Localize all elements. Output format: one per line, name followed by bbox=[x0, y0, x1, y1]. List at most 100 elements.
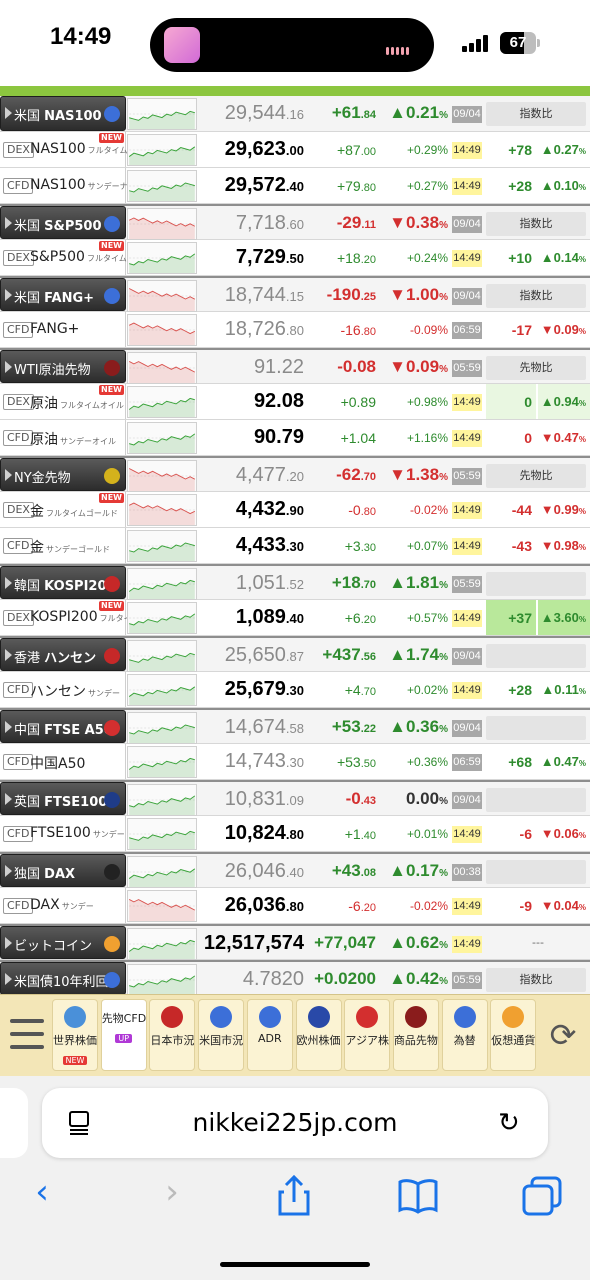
market-name-box[interactable]: 香港 ハンセン bbox=[0, 638, 126, 671]
market-name-box[interactable]: 米国 FANG+ bbox=[0, 278, 126, 311]
sparkline-chart[interactable] bbox=[127, 422, 197, 454]
sparkline-chart[interactable] bbox=[127, 856, 197, 888]
menu-hamburger-icon[interactable] bbox=[4, 999, 50, 1071]
market-name-box[interactable]: CFD DAX サンデー bbox=[0, 888, 126, 923]
market-subrow[interactable]: CFD NAS100 サンデーナス 29,572.40 +79.80 +0.27%… bbox=[0, 168, 590, 204]
market-subrow[interactable]: CFD FTSE100 サンデー 10,824.80 +1.40 +0.01% 1… bbox=[0, 816, 590, 852]
compare-header[interactable] bbox=[486, 644, 586, 668]
sparkline-chart[interactable] bbox=[127, 784, 197, 816]
sparkline-chart[interactable] bbox=[127, 134, 197, 166]
market-name-box[interactable]: CFD FANG+ bbox=[0, 312, 126, 347]
compare-header[interactable]: 指数比 bbox=[486, 284, 586, 308]
market-row[interactable]: 米国 FANG+ 18,744.15 -190.25 ▼1.00% 09/04 指… bbox=[0, 276, 590, 312]
sparkline-chart[interactable] bbox=[127, 386, 197, 418]
sparkline-chart[interactable] bbox=[127, 460, 197, 492]
market-row[interactable]: 韓国 KOSPI200 1,051.52 +18.70 ▲1.81% 05:59 bbox=[0, 564, 590, 600]
market-name-box[interactable]: 米国 S&P500 bbox=[0, 206, 126, 239]
market-row[interactable]: NY金先物 4,477.20 -62.70 ▼1.38% 05:59 先物比 bbox=[0, 456, 590, 492]
market-name-box[interactable]: CFD FTSE100 サンデー bbox=[0, 816, 126, 851]
sparkline-chart[interactable] bbox=[127, 98, 197, 130]
sparkline-chart[interactable] bbox=[127, 314, 197, 346]
sparkline-chart[interactable] bbox=[127, 530, 197, 562]
sparkline-chart[interactable] bbox=[127, 170, 197, 202]
sparkline-chart[interactable] bbox=[127, 640, 197, 672]
market-subrow[interactable]: CFD 原油 サンデーオイル 90.79 +1.04 +1.16% 14:49 0 … bbox=[0, 420, 590, 456]
market-subrow[interactable]: CFD FANG+ 18,726.80 -16.80 -0.09% 06:59 -… bbox=[0, 312, 590, 348]
market-subrow[interactable]: DEX KOSPI200 フルタイム NEW 1,089.40 +6.20 +0.… bbox=[0, 600, 590, 636]
tab-3[interactable]: 日本市況 bbox=[149, 999, 196, 1071]
sparkline-chart[interactable] bbox=[127, 928, 197, 960]
market-row[interactable]: WTI原油先物 91.22 -0.08 ▼0.09% 05:59 先物比 bbox=[0, 348, 590, 384]
market-name-box[interactable]: 独国 DAX bbox=[0, 854, 126, 887]
market-name-box[interactable]: CFD NAS100 サンデーナス bbox=[0, 168, 136, 203]
previous-tab-peek[interactable] bbox=[0, 1088, 28, 1158]
compare-header[interactable] bbox=[486, 788, 586, 812]
market-name-box[interactable]: DEX 金フルタイムゴールド NEW bbox=[0, 492, 126, 527]
market-name-box[interactable]: DEX KOSPI200 フルタイム NEW bbox=[0, 600, 139, 635]
compare-header[interactable] bbox=[486, 572, 586, 596]
market-subrow[interactable]: CFD 中国A50 14,743.30 +53.50 +0.36% 06:59 +… bbox=[0, 744, 590, 780]
market-name-box[interactable]: CFD 原油 サンデーオイル bbox=[0, 420, 126, 455]
sparkline-chart[interactable] bbox=[127, 568, 197, 600]
market-subrow[interactable]: DEX S&P500 フルタイムSP NEW 7,729.50 +18.20 +0… bbox=[0, 240, 590, 276]
sparkline-chart[interactable] bbox=[127, 602, 197, 634]
sparkline-chart[interactable] bbox=[127, 208, 197, 240]
market-name-box[interactable]: CFD 中国A50 bbox=[0, 744, 126, 779]
forward-icon[interactable]: › bbox=[148, 1172, 196, 1220]
tab-6[interactable]: 欧州株価 bbox=[295, 999, 342, 1071]
tabs-icon[interactable] bbox=[518, 1172, 566, 1220]
sparkline-chart[interactable] bbox=[127, 280, 197, 312]
market-subrow[interactable]: DEX NAS100 フルタイムナス NEW 29,623.00 +87.00 +… bbox=[0, 132, 590, 168]
address-bar[interactable]: nikkei225jp.com ↻ bbox=[0, 1088, 548, 1158]
market-name-box[interactable]: DEX NAS100 フルタイムナス NEW bbox=[0, 132, 144, 167]
sparkline-chart[interactable] bbox=[127, 712, 197, 744]
back-icon[interactable]: ‹ bbox=[18, 1172, 66, 1220]
market-name-box[interactable]: DEX 原油 フルタイムオイル NEW bbox=[0, 384, 126, 419]
tab-2[interactable]: 先物CFD UP bbox=[100, 999, 147, 1071]
sparkline-chart[interactable] bbox=[127, 494, 197, 526]
market-name-box[interactable]: WTI原油先物 bbox=[0, 350, 126, 383]
sparkline-chart[interactable] bbox=[127, 674, 197, 706]
compare-header[interactable]: 先物比 bbox=[486, 356, 586, 380]
market-name-box[interactable]: 中国 FTSE A50 bbox=[0, 710, 126, 743]
share-icon[interactable] bbox=[270, 1172, 318, 1220]
sparkline-chart[interactable] bbox=[127, 352, 197, 384]
market-name-box[interactable]: ビットコイン bbox=[0, 926, 126, 959]
tab-8[interactable]: 商品先物 bbox=[392, 999, 439, 1071]
market-row[interactable]: 中国 FTSE A50 14,674.58 +53.22 ▲0.36% 09/0… bbox=[0, 708, 590, 744]
market-name-box[interactable]: CFD 金サンデーゴールド bbox=[0, 528, 126, 563]
tab-10[interactable]: 仮想通貨 bbox=[490, 999, 537, 1071]
market-name-box[interactable]: CFD ハンセン サンデー bbox=[0, 672, 126, 707]
bookmarks-icon[interactable] bbox=[394, 1172, 442, 1220]
market-name-box[interactable]: NY金先物 bbox=[0, 458, 126, 491]
market-row[interactable]: 米国債10年利回り 4.7820 +0.0200 ▲0.42% 05:59 指数比 bbox=[0, 960, 590, 994]
compare-header[interactable]: 指数比 bbox=[486, 212, 586, 236]
sparkline-chart[interactable] bbox=[127, 818, 197, 850]
sparkline-chart[interactable] bbox=[127, 964, 197, 994]
sparkline-chart[interactable] bbox=[127, 242, 197, 274]
compare-header[interactable]: 指数比 bbox=[486, 968, 586, 992]
compare-header[interactable] bbox=[486, 716, 586, 740]
market-name-box[interactable]: 韓国 KOSPI200 bbox=[0, 566, 126, 599]
market-subrow[interactable]: CFD DAX サンデー 26,036.80 -6.20 -0.02% 14:49… bbox=[0, 888, 590, 924]
sparkline-chart[interactable] bbox=[127, 890, 197, 922]
compare-header[interactable]: 指数比 bbox=[486, 102, 586, 126]
market-row[interactable]: 米国 NAS100 29,544.16 +61.84 ▲0.21% 09/04 指… bbox=[0, 96, 590, 132]
tab-7[interactable]: アジア株 bbox=[344, 999, 391, 1071]
market-name-box[interactable]: 米国 NAS100 bbox=[0, 96, 126, 131]
market-name-box[interactable]: 英国 FTSE100 bbox=[0, 782, 126, 815]
market-name-box[interactable]: DEX S&P500 フルタイムSP NEW bbox=[0, 240, 137, 275]
tab-5[interactable]: ADR bbox=[246, 999, 293, 1071]
market-row[interactable]: 香港 ハンセン 25,650.87 +437.56 ▲1.74% 09/04 bbox=[0, 636, 590, 672]
market-row[interactable]: ビットコイン 12,517,574 +77,047 ▲0.62% 14:49 --… bbox=[0, 924, 590, 960]
market-name-box[interactable]: 米国債10年利回り bbox=[0, 962, 126, 994]
compare-header[interactable]: 先物比 bbox=[486, 464, 586, 488]
market-subrow[interactable]: DEX 原油 フルタイムオイル NEW 92.08 +0.89 +0.98% 14… bbox=[0, 384, 590, 420]
market-subrow[interactable]: DEX 金フルタイムゴールド NEW 4,432.90 -0.80 -0.02%… bbox=[0, 492, 590, 528]
market-subrow[interactable]: CFD 金サンデーゴールド 4,433.30 +3.30 +0.07% 14:4… bbox=[0, 528, 590, 564]
compare-header[interactable] bbox=[486, 860, 586, 884]
refresh-icon[interactable]: ⟳ bbox=[540, 999, 586, 1071]
market-row[interactable]: 独国 DAX 26,046.40 +43.08 ▲0.17% 00:38 bbox=[0, 852, 590, 888]
market-row[interactable]: 英国 FTSE100 10,831.09 -0.43 0.00% 09/04 bbox=[0, 780, 590, 816]
tab-4[interactable]: 米国市況 bbox=[198, 999, 245, 1071]
